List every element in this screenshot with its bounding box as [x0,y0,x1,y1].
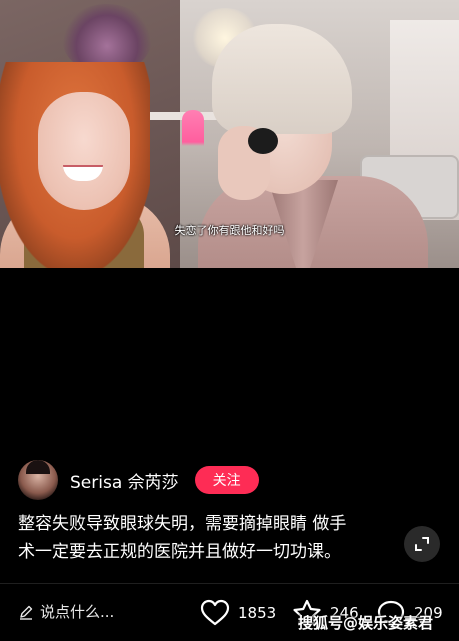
avatar[interactable] [18,460,58,500]
person-a-face [38,92,130,210]
expand-button[interactable] [404,526,440,562]
like-button[interactable]: 1853 [200,599,276,627]
divider [0,583,459,584]
heart-icon [200,599,230,626]
like-count: 1853 [238,604,277,622]
pencil-icon [20,605,33,620]
watermark: 搜狐号@娱乐姿素君 [298,614,434,632]
caption-line-1: 整容失败导致眼球失明，需要摘掉眼睛 做手 [18,514,347,534]
expand-icon [415,537,429,551]
author-name[interactable]: Serisa 佘芮莎 [70,468,179,493]
comment-placeholder: 说点什么... [40,603,115,621]
author-row: Serisa 佘芮莎 关注 [18,460,259,500]
post-caption: 整容失败导致眼球失明，需要摘掉眼睛 做手 术一定要去正规的医院并且做好一切功课。 [18,510,398,566]
video-subtitle: 失恋了你有跟他和好吗 [174,224,285,237]
makeup-puff [248,128,278,154]
follow-button[interactable]: 关注 [194,466,259,494]
video-player[interactable]: 失恋了你有跟他和好吗 [0,0,459,268]
comment-input[interactable]: 说点什么... [18,601,114,622]
video-flamingo [182,110,204,190]
caption-line-2: 术一定要去正规的医院并且做好一切功课。 [18,542,341,562]
